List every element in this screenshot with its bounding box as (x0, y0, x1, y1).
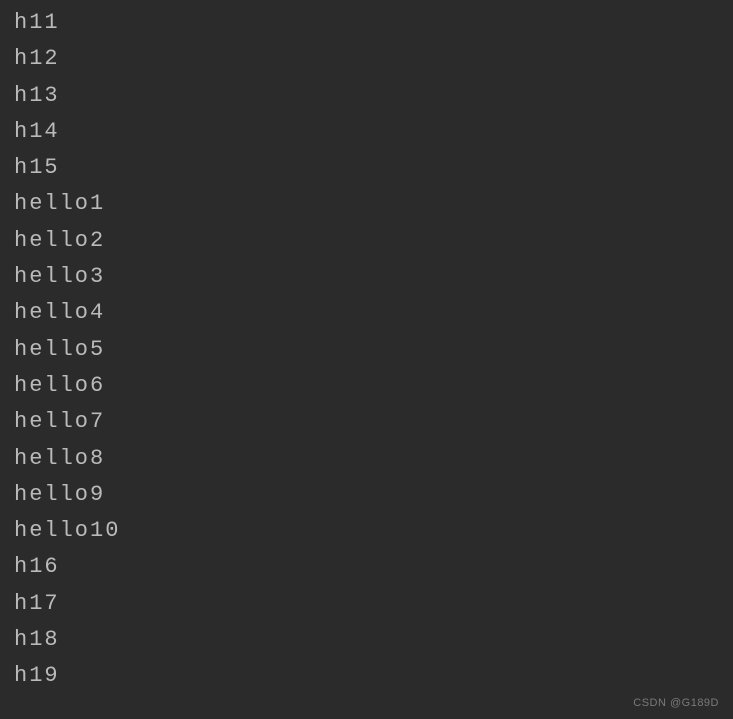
output-line: hello1 (14, 186, 719, 222)
output-line: hello3 (14, 259, 719, 295)
output-line: h18 (14, 622, 719, 658)
output-line: hello4 (14, 295, 719, 331)
output-line: hello8 (14, 441, 719, 477)
output-line: h13 (14, 78, 719, 114)
output-line: h12 (14, 41, 719, 77)
watermark: CSDN @G189D (633, 697, 719, 709)
output-line: hello7 (14, 404, 719, 440)
output-line: h15 (14, 150, 719, 186)
output-line: h17 (14, 586, 719, 622)
output-line: hello6 (14, 368, 719, 404)
output-line: hello2 (14, 223, 719, 259)
output-line: hello5 (14, 332, 719, 368)
terminal-output: h11 h12 h13 h14 h15 hello1 hello2 hello3… (14, 5, 719, 695)
output-line: hello10 (14, 513, 719, 549)
output-line: h14 (14, 114, 719, 150)
output-line: hello9 (14, 477, 719, 513)
output-line: h16 (14, 549, 719, 585)
output-line: h19 (14, 658, 719, 694)
output-line: h11 (14, 5, 719, 41)
